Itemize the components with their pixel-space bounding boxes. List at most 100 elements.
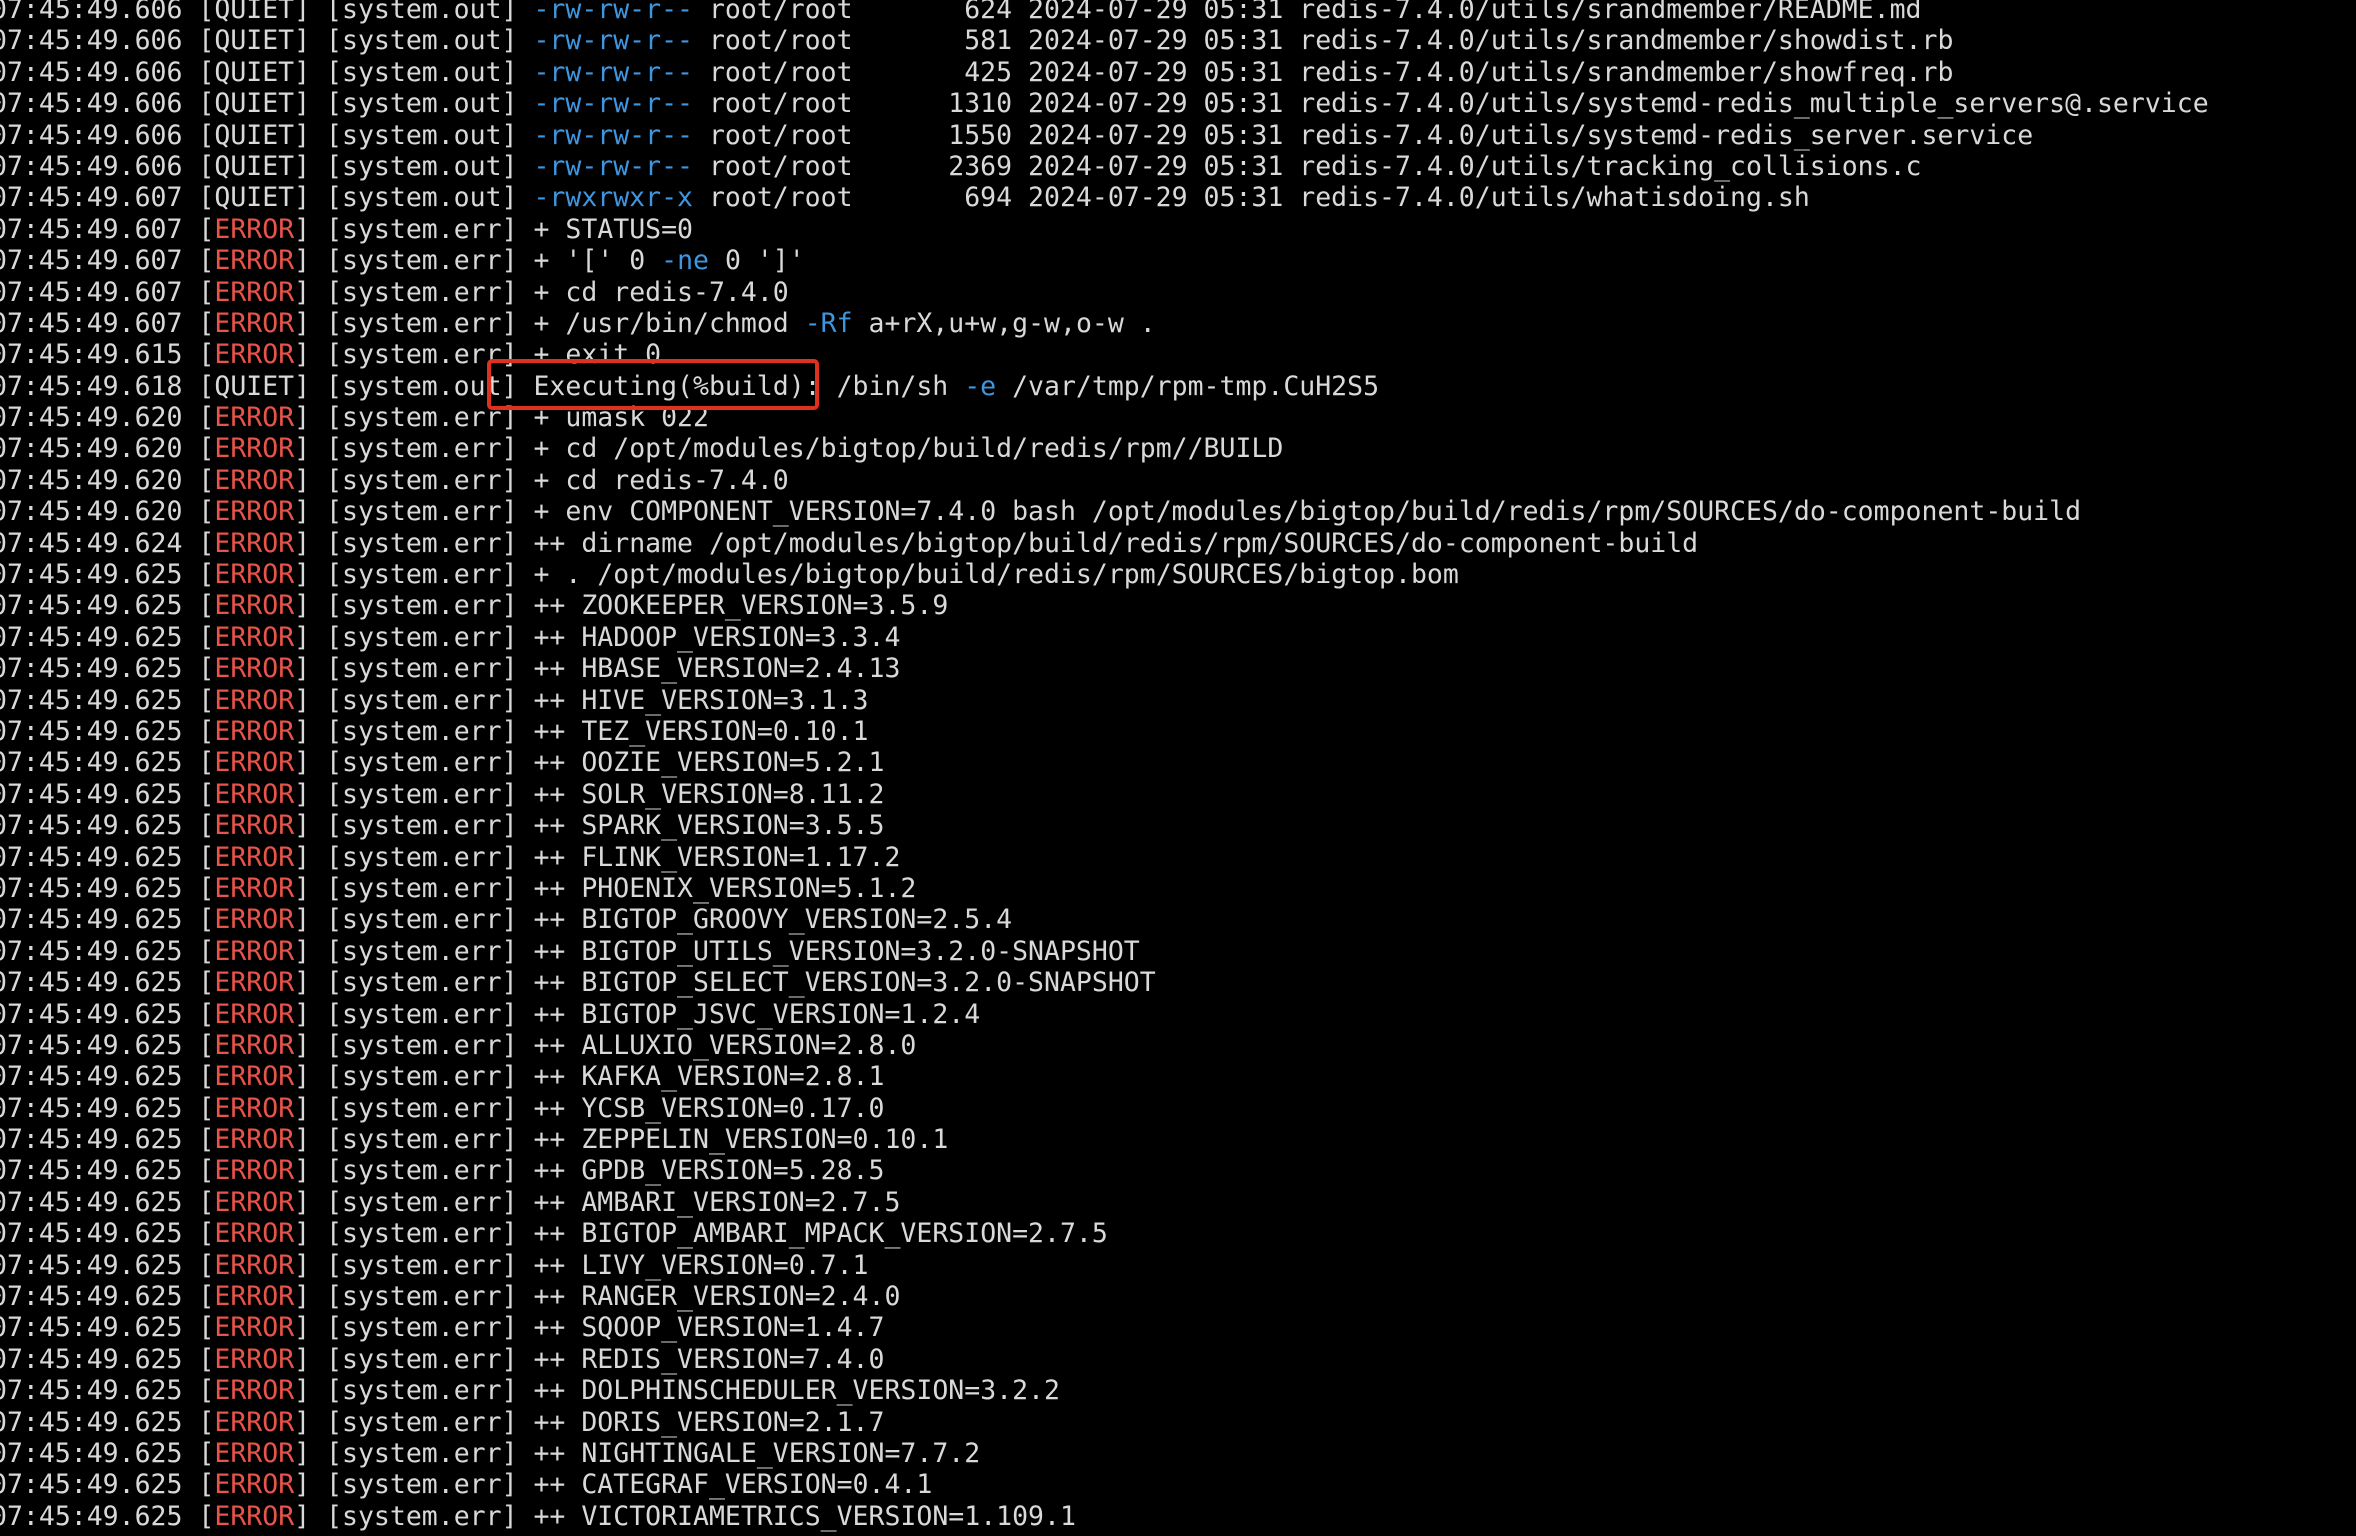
error-level-tag: ERROR xyxy=(214,1186,295,1218)
terminal-output[interactable]: 07:45:49.606 [QUIET] [system.out] -rw-rw… xyxy=(0,0,2356,1532)
error-level-tag: ERROR xyxy=(214,1500,295,1532)
log-text: 07:45:49.618 [QUIET] [system.out] Execut… xyxy=(0,370,965,402)
log-text: 07:45:49.620 [ xyxy=(0,496,215,528)
error-level-tag: ERROR xyxy=(214,778,295,810)
log-line: 07:45:49.606 [QUIET] [system.out] -rw-rw… xyxy=(0,57,2356,88)
log-line: 07:45:49.625 [ERROR] [system.err] ++ ZOO… xyxy=(0,590,2356,621)
log-line: 07:45:49.625 [ERROR] [system.err] ++ BIG… xyxy=(0,1218,2356,1249)
log-text: ] [system.err] ++ DOLPHINSCHEDULER_VERSI… xyxy=(294,1375,1060,1407)
log-text: 07:45:49.625 [ xyxy=(0,1092,215,1124)
log-line: 07:45:49.625 [ERROR] [system.err] ++ SPA… xyxy=(0,810,2356,841)
log-text: ] [system.err] + . /opt/modules/bigtop/b… xyxy=(294,559,1459,591)
log-line: 07:45:49.625 [ERROR] [system.err] ++ GPD… xyxy=(0,1155,2356,1186)
log-text: ] [system.err] + cd /opt/modules/bigtop/… xyxy=(294,433,1284,465)
error-level-tag: ERROR xyxy=(214,1218,295,1250)
log-text: a+rX,u+w,g-w,o-w . xyxy=(852,307,1156,339)
log-text: 07:45:49.625 [ xyxy=(0,1281,215,1313)
error-level-tag: ERROR xyxy=(214,1029,295,1061)
log-text: 07:45:49.625 [ xyxy=(0,1061,215,1093)
log-line: 07:45:49.625 [ERROR] [system.err] ++ DOL… xyxy=(0,1375,2356,1406)
error-level-tag: ERROR xyxy=(214,1343,295,1375)
log-text: ] [system.err] ++ SQOOP_VERSION=1.4.7 xyxy=(294,1312,885,1344)
log-line: 07:45:49.625 [ERROR] [system.err] ++ BIG… xyxy=(0,936,2356,967)
log-line: 07:45:49.620 [ERROR] [system.err] + cd /… xyxy=(0,433,2356,464)
error-level-tag: ERROR xyxy=(214,1124,295,1156)
log-line: 07:45:49.620 [ERROR] [system.err] + env … xyxy=(0,496,2356,527)
log-text: 07:45:49.625 [ xyxy=(0,935,215,967)
log-text: 07:45:49.625 [ xyxy=(0,1469,215,1501)
error-level-tag: ERROR xyxy=(214,653,295,685)
log-text: 07:45:49.625 [ xyxy=(0,841,215,873)
log-text: 07:45:49.606 [QUIET] [system.out] xyxy=(0,56,534,88)
log-text: ] [system.err] + STATUS=0 xyxy=(294,213,694,245)
error-level-tag: ERROR xyxy=(214,810,295,842)
log-text: 07:45:49.625 [ xyxy=(0,559,215,591)
error-level-tag: ERROR xyxy=(214,339,295,371)
log-text: 07:45:49.625 [ xyxy=(0,778,215,810)
log-text: root/root 581 2024-07-29 05:31 redis-7.4… xyxy=(693,25,1954,57)
log-text: 07:45:49.625 [ xyxy=(0,621,215,653)
log-text: ] [system.err] ++ VICTORIAMETRICS_VERSIO… xyxy=(294,1500,1076,1532)
log-text: ] [system.err] ++ FLINK_VERSION=1.17.2 xyxy=(294,841,901,873)
log-flag-text: -rwxrwxr-x xyxy=(533,182,693,214)
log-text: 07:45:49.625 [ xyxy=(0,1437,215,1469)
log-text: 07:45:49.625 [ xyxy=(0,1343,215,1375)
log-flag-text: -rw-rw-r-- xyxy=(533,25,693,57)
log-text: 07:45:49.625 [ xyxy=(0,1155,215,1187)
log-text: 07:45:49.606 [QUIET] [system.out] xyxy=(0,25,534,57)
log-text: 07:45:49.625 [ xyxy=(0,684,215,716)
log-flag-text: -e xyxy=(964,370,997,402)
log-text: root/root 1310 2024-07-29 05:31 redis-7.… xyxy=(693,88,2209,120)
log-text: 07:45:49.624 [ xyxy=(0,527,215,559)
error-level-tag: ERROR xyxy=(214,904,295,936)
error-level-tag: ERROR xyxy=(214,1249,295,1281)
log-line: 07:45:49.625 [ERROR] [system.err] ++ CAT… xyxy=(0,1469,2356,1500)
log-line: 07:45:49.625 [ERROR] [system.err] ++ DOR… xyxy=(0,1407,2356,1438)
error-level-tag: ERROR xyxy=(214,527,295,559)
log-text: ] [system.err] ++ BIGTOP_JSVC_VERSION=1.… xyxy=(294,998,981,1030)
log-line: 07:45:49.607 [QUIET] [system.out] -rwxrw… xyxy=(0,182,2356,213)
error-level-tag: ERROR xyxy=(214,1406,295,1438)
error-level-tag: ERROR xyxy=(214,213,295,245)
log-line: 07:45:49.607 [ERROR] [system.err] + /usr… xyxy=(0,308,2356,339)
log-line: 07:45:49.625 [ERROR] [system.err] ++ VIC… xyxy=(0,1501,2356,1532)
error-level-tag: ERROR xyxy=(214,841,295,873)
log-text: root/root 624 2024-07-29 05:31 redis-7.4… xyxy=(693,0,1922,25)
log-line: 07:45:49.625 [ERROR] [system.err] ++ HIV… xyxy=(0,685,2356,716)
error-level-tag: ERROR xyxy=(214,935,295,967)
log-text: ] [system.err] ++ RANGER_VERSION=2.4.0 xyxy=(294,1281,901,1313)
log-text: 07:45:49.625 [ xyxy=(0,1124,215,1156)
error-level-tag: ERROR xyxy=(214,1437,295,1469)
error-level-tag: ERROR xyxy=(214,621,295,653)
log-text: ] [system.err] ++ SPARK_VERSION=3.5.5 xyxy=(294,810,885,842)
log-text: ] [system.err] ++ YCSB_VERSION=0.17.0 xyxy=(294,1092,885,1124)
log-line: 07:45:49.625 [ERROR] [system.err] ++ BIG… xyxy=(0,967,2356,998)
log-text: ] [system.err] ++ NIGHTINGALE_VERSION=7.… xyxy=(294,1437,981,1469)
error-level-tag: ERROR xyxy=(214,307,295,339)
log-text: ] [system.err] ++ AMBARI_VERSION=2.7.5 xyxy=(294,1186,901,1218)
log-text: ] [system.err] ++ ALLUXIO_VERSION=2.8.0 xyxy=(294,1029,917,1061)
log-text: ] [system.err] + cd redis-7.4.0 xyxy=(294,464,789,496)
log-text: 07:45:49.625 [ xyxy=(0,967,215,999)
error-level-tag: ERROR xyxy=(214,402,295,434)
log-text: 07:45:49.625 [ xyxy=(0,747,215,779)
log-line: 07:45:49.625 [ERROR] [system.err] ++ ZEP… xyxy=(0,1124,2356,1155)
log-line: 07:45:49.625 [ERROR] [system.err] ++ OOZ… xyxy=(0,747,2356,778)
log-line: 07:45:49.606 [QUIET] [system.out] -rw-rw… xyxy=(0,25,2356,56)
log-line: 07:45:49.625 [ERROR] [system.err] ++ YCS… xyxy=(0,1093,2356,1124)
log-line: 07:45:49.625 [ERROR] [system.err] ++ NIG… xyxy=(0,1438,2356,1469)
log-text: /var/tmp/rpm-tmp.CuH2S5 xyxy=(996,370,1380,402)
log-text: 07:45:49.620 [ xyxy=(0,433,215,465)
log-line: 07:45:49.625 [ERROR] [system.err] ++ ALL… xyxy=(0,1030,2356,1061)
log-line: 07:45:49.618 [QUIET] [system.out] Execut… xyxy=(0,371,2356,402)
error-level-tag: ERROR xyxy=(214,1469,295,1501)
log-text: ] [system.err] ++ REDIS_VERSION=7.4.0 xyxy=(294,1343,885,1375)
log-line: 07:45:49.625 [ERROR] [system.err] ++ SQO… xyxy=(0,1312,2356,1343)
error-level-tag: ERROR xyxy=(214,496,295,528)
log-text: ] [system.err] ++ ZOOKEEPER_VERSION=3.5.… xyxy=(294,590,949,622)
log-text: ] [system.err] + /usr/bin/chmod xyxy=(294,307,805,339)
log-text: 07:45:49.625 [ xyxy=(0,590,215,622)
log-line: 07:45:49.625 [ERROR] [system.err] ++ FLI… xyxy=(0,842,2356,873)
error-level-tag: ERROR xyxy=(214,1281,295,1313)
log-text: ] [system.err] + umask 022 xyxy=(294,402,709,434)
